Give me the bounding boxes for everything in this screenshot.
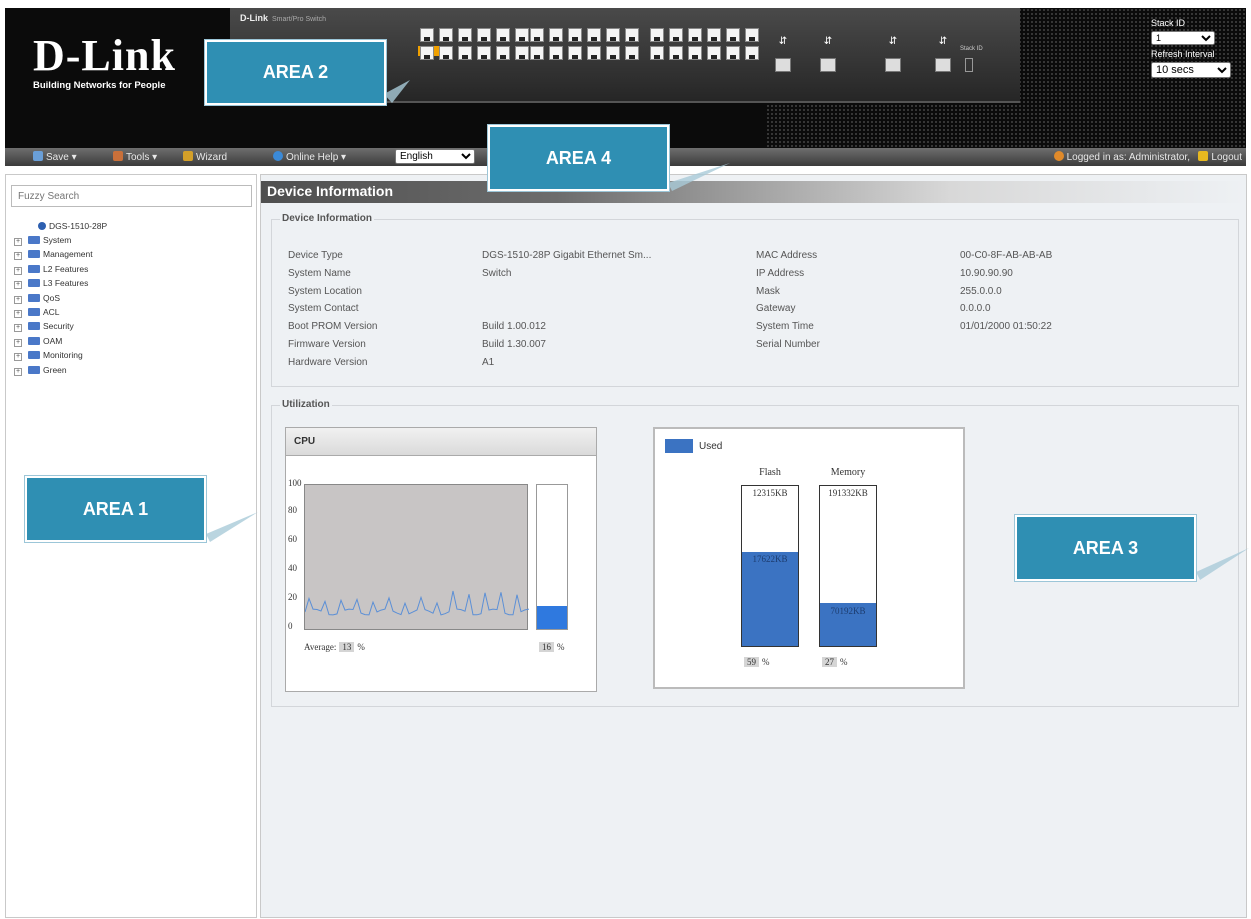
area4-callout: AREA 4 [488,125,669,191]
area1-pointer [206,512,258,542]
area2-pointer [384,80,410,103]
area2-callout: AREA 2 [205,40,386,105]
area4-pointer [668,163,730,191]
area3-pointer [1196,548,1249,580]
area1-callout: AREA 1 [25,476,206,542]
area3-callout: AREA 3 [1015,515,1196,581]
